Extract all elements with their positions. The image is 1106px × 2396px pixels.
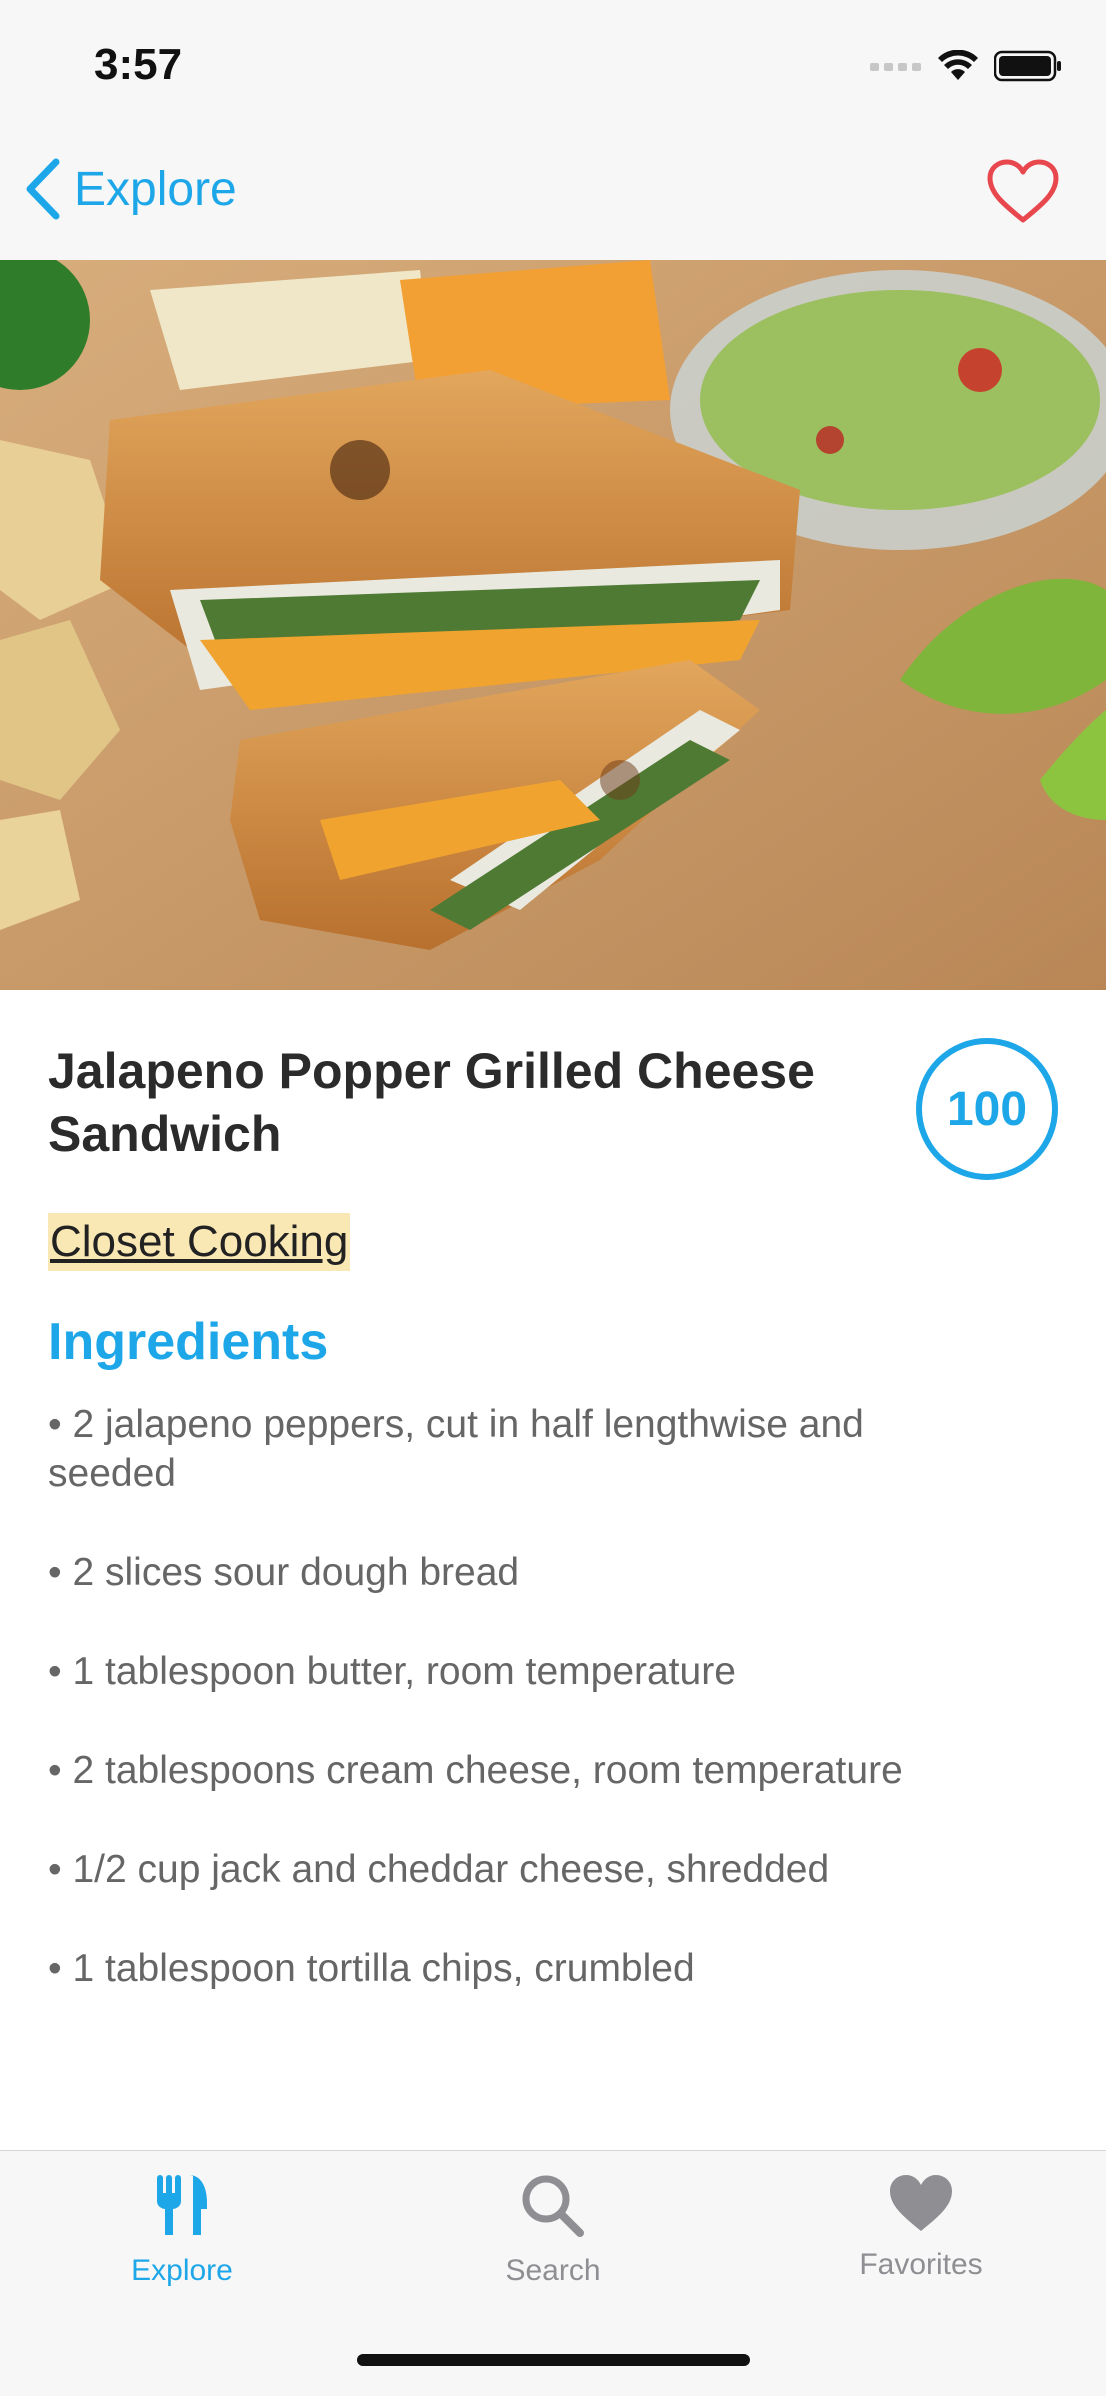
heart-outline-icon: [987, 159, 1059, 223]
tab-search-label: Search: [505, 2254, 601, 2287]
ingredient-item: • 2 jalapeno peppers, cut in half length…: [48, 1403, 864, 1495]
recipe-source-link[interactable]: Closet Cooking: [48, 1213, 351, 1271]
battery-icon: [994, 50, 1061, 82]
search-icon: [522, 2175, 584, 2237]
signal-icon: [870, 63, 921, 71]
recipe-score-badge: 100: [916, 1038, 1058, 1180]
recipe-photo-illustration: [0, 260, 1106, 990]
tab-explore[interactable]: Explore: [62, 2173, 302, 2288]
ingredient-item: • 1 tablespoon tortilla chips, crumbled: [48, 1947, 695, 1990]
status-icons: [870, 50, 1062, 82]
tab-explore-label: Explore: [131, 2254, 233, 2287]
ingredient-item: • 1/2 cup jack and cheddar cheese, shred…: [48, 1848, 830, 1891]
home-indicator: [357, 2354, 750, 2366]
navigation-bar: Explore: [0, 130, 1106, 261]
back-label: Explore: [74, 162, 237, 216]
ingredient-item: • 1 tablespoon butter, room temperature: [48, 1650, 736, 1693]
ingredients-heading: Ingredients: [48, 1313, 329, 1371]
favorite-button[interactable]: [986, 158, 1060, 229]
back-button[interactable]: Explore: [24, 158, 237, 220]
tab-favorites-label: Favorites: [859, 2248, 983, 2281]
ingredient-item: • 2 slices sour dough bread: [48, 1551, 520, 1594]
wifi-icon: [938, 50, 978, 80]
heart-icon: [890, 2175, 952, 2231]
status-time: 3:57: [94, 40, 183, 89]
tab-search[interactable]: Search: [433, 2173, 673, 2288]
chevron-left-icon: [26, 158, 60, 220]
status-bar: 3:57: [0, 0, 1106, 130]
ingredient-item: • 2 tablespoons cream cheese, room tempe…: [48, 1749, 903, 1792]
recipe-title: Jalapeno Popper Grilled Cheese Sandwich: [48, 1043, 815, 1162]
tab-favorites[interactable]: Favorites: [801, 2173, 1041, 2282]
ingredients-list: • 2 jalapeno peppers, cut in half length…: [48, 1400, 1058, 2043]
fork-knife-icon: [157, 2175, 207, 2235]
recipe-photo: [0, 260, 1106, 990]
